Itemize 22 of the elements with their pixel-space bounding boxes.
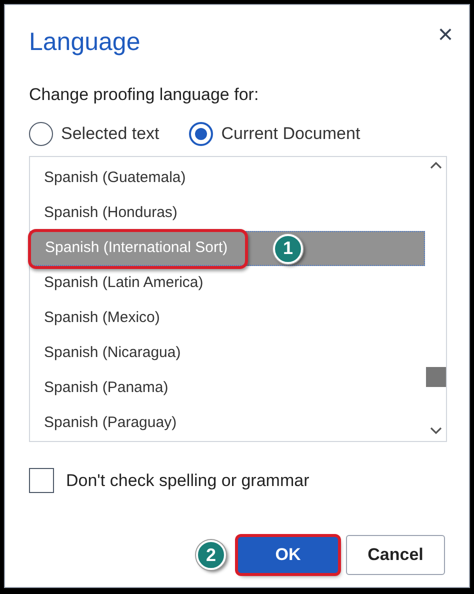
radio-label: Current Document xyxy=(221,123,360,145)
scrollbar-thumb[interactable] xyxy=(426,366,446,386)
step-badge: 2 xyxy=(196,540,226,570)
section-label: Change proofing language for: xyxy=(28,84,260,106)
language-item[interactable]: Spanish (Latin America) xyxy=(30,266,425,300)
checkbox[interactable] xyxy=(29,468,54,493)
close-button[interactable]: × xyxy=(438,19,453,49)
scroll-up-icon[interactable] xyxy=(430,160,442,168)
language-item[interactable]: Spanish (Paraguay) xyxy=(30,406,425,440)
language-item[interactable]: Spanish (Panama) xyxy=(30,370,425,406)
language-item[interactable]: Spanish (Nicaragua) xyxy=(30,336,425,370)
language-item[interactable]: Spanish (Mexico) xyxy=(30,300,425,336)
cancel-button[interactable]: Cancel xyxy=(346,535,445,575)
ok-button[interactable]: OK xyxy=(238,537,338,573)
window-title: Language xyxy=(29,27,140,58)
language-item[interactable]: Spanish (Guatemala) xyxy=(30,160,425,196)
radio-button[interactable] xyxy=(29,122,53,146)
scroll-down-icon[interactable] xyxy=(430,426,442,434)
radio-button[interactable] xyxy=(189,122,214,146)
checkbox-label: Don't check spelling or grammar xyxy=(66,470,310,492)
radio-label: Selected text xyxy=(61,123,160,145)
language-item[interactable]: Spanish (Honduras) xyxy=(30,196,425,230)
